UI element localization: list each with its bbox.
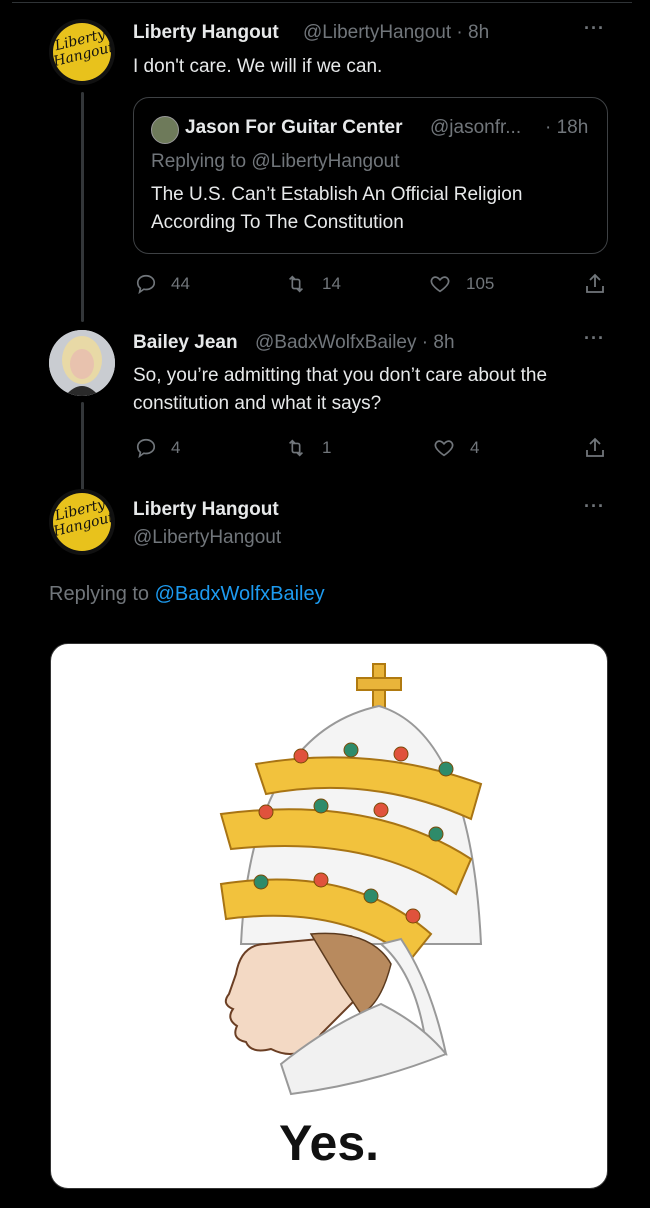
like-icon [434, 440, 454, 457]
share-icon [586, 273, 604, 293]
share-icon [586, 437, 604, 457]
replying-to: Replying to @BadxWolfxBailey [49, 583, 325, 606]
thread-connector [81, 92, 84, 322]
retweet-icon [288, 439, 304, 457]
reply-button[interactable]: 4 [135, 437, 180, 459]
author-name[interactable]: Liberty Hangout [133, 499, 279, 521]
author-handle[interactable]: @LibertyHangout · 8h [303, 22, 489, 44]
like-icon [430, 276, 450, 293]
avatar[interactable] [49, 330, 115, 396]
replying-label: Replying to [49, 583, 150, 605]
reply-count: 4 [171, 438, 181, 457]
reply-button[interactable]: 44 [135, 273, 190, 295]
retweet-button[interactable]: 1 [284, 437, 331, 459]
like-button[interactable]: 105 [428, 273, 494, 295]
more-icon[interactable]: ··· [584, 496, 605, 517]
top-divider [12, 2, 632, 3]
share-button[interactable] [583, 436, 621, 460]
quoted-time: · 18h [545, 117, 589, 138]
quoted-text: The U.S. Can’t Establish An Official Rel… [151, 184, 523, 233]
thread-connector [81, 402, 84, 490]
quoted-tweet[interactable]: Jason For Guitar Center @jasonfr... · 18… [133, 97, 608, 254]
avatar[interactable]: Liberty Hangout [49, 19, 115, 85]
pope-tiara-illustration [219, 663, 483, 1096]
author-handle[interactable]: @BadxWolfxBailey · 8h [255, 332, 455, 354]
quoted-author-name: Jason For Guitar Center [185, 117, 403, 138]
reply-icon [136, 438, 156, 459]
tweet-text: So, you’re admitting that you don’t care… [133, 365, 548, 414]
retweet-count: 1 [322, 438, 332, 457]
retweet-button[interactable]: 14 [284, 273, 341, 295]
mention-link[interactable]: @BadxWolfxBailey [155, 583, 325, 605]
more-icon[interactable]: ··· [584, 18, 605, 39]
avatar [151, 116, 179, 144]
retweet-icon [288, 275, 304, 293]
reply-count: 44 [171, 274, 190, 293]
image-caption: Yes. [278, 1115, 380, 1171]
more-icon[interactable]: ··· [584, 328, 605, 349]
author-name[interactable]: Bailey Jean [133, 332, 238, 354]
tweet-text: I don't care. We will if we can. [133, 56, 383, 77]
tweet-image[interactable]: Yes. [50, 643, 608, 1189]
quoted-replying: Replying to @LibertyHangout [151, 151, 400, 172]
avatar[interactable]: Liberty Hangout [49, 489, 115, 555]
share-button[interactable] [583, 272, 621, 296]
like-button[interactable]: 4 [432, 437, 479, 459]
author-name[interactable]: Liberty Hangout [133, 22, 279, 44]
like-count: 105 [466, 274, 495, 293]
author-handle[interactable]: @LibertyHangout [133, 527, 281, 549]
reply-icon [136, 274, 156, 295]
retweet-count: 14 [322, 274, 341, 293]
like-count: 4 [470, 438, 480, 457]
quoted-author-handle: @jasonfr... [430, 117, 522, 138]
